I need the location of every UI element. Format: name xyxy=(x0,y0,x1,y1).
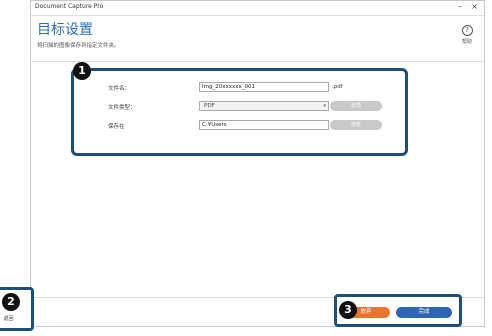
chevron-down-icon: ▾ xyxy=(323,103,326,109)
app-title: Document Capture Pro xyxy=(35,3,104,10)
help-label: 帮助 xyxy=(461,39,472,45)
filename-label: 文件名： xyxy=(108,86,131,92)
filetype-label: 文件类型： xyxy=(108,105,136,111)
page-subtitle: 将扫描的图像保存到指定文件夹。 xyxy=(37,43,120,49)
header-divider xyxy=(31,61,484,62)
minimize-button[interactable]: – xyxy=(458,2,462,12)
callout-3-badge: 3 xyxy=(339,301,357,319)
filetype-value: PDF xyxy=(204,103,215,109)
callout-1-badge: 1 xyxy=(73,62,91,80)
back-label: 返回 xyxy=(3,316,14,322)
saveto-label: 保存在 xyxy=(108,124,125,130)
settings-panel: 文件名： Img_20xxxxxx_001 .pdf 文件类型： PDF ▾ 选… xyxy=(71,68,408,156)
question-circle-icon: ? xyxy=(461,25,473,36)
options-button[interactable]: 选项 xyxy=(330,101,382,111)
filetype-select[interactable]: PDF ▾ xyxy=(199,101,329,111)
finish-button[interactable]: 完成 xyxy=(396,307,452,318)
page-title: 目标设置 xyxy=(37,22,93,38)
title-bar: Document Capture Pro – × xyxy=(31,1,484,16)
app-window: Document Capture Pro – × 目标设置 将扫描的图像保存到指… xyxy=(30,0,485,327)
callout-2-badge: 2 xyxy=(2,293,20,311)
saveto-input[interactable]: C:¥Users xyxy=(199,120,329,130)
close-button[interactable]: × xyxy=(471,2,478,12)
help-button[interactable]: ? 帮助 xyxy=(458,25,476,45)
browse-button[interactable]: 浏览 xyxy=(330,120,382,130)
filename-suffix: .pdf xyxy=(332,84,343,90)
filename-input[interactable]: Img_20xxxxxx_001 xyxy=(199,82,329,92)
